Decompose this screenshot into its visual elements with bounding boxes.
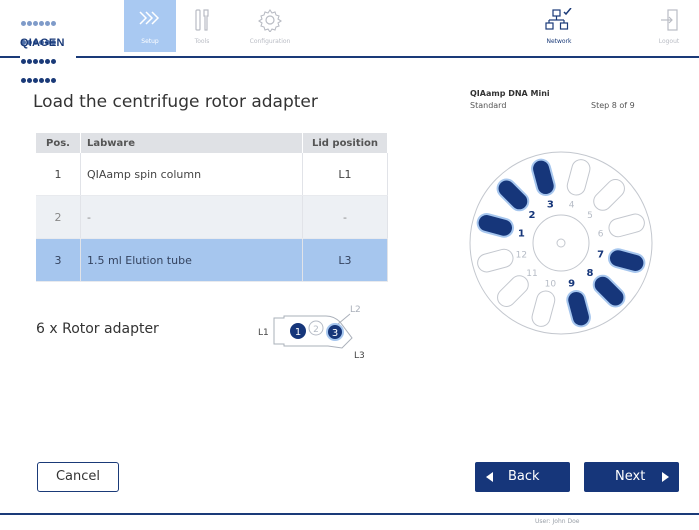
lid-l2-line xyxy=(337,313,351,325)
rotor-slot-label: 4 xyxy=(569,200,575,210)
table-row[interactable]: 2 - - xyxy=(36,195,388,239)
rotor-adapter-label: 6 x Rotor adapter xyxy=(36,321,159,337)
rotor-slot-label: 3 xyxy=(547,199,554,210)
cell-labware: QIAamp spin column xyxy=(80,153,303,196)
rotor-hub xyxy=(532,214,590,272)
back-button[interactable]: Back xyxy=(475,462,570,492)
rotor-adapter-diagram: 1 2 3 L1 L2 L3 xyxy=(258,305,365,361)
rotor-slot-label: 6 xyxy=(598,229,604,239)
cell-pos: 3 xyxy=(36,238,81,282)
rotor-slot-label: 12 xyxy=(516,251,527,261)
rotor-slot-label: 1 xyxy=(518,228,525,239)
rotor-slot-label: 10 xyxy=(545,280,557,290)
rotor-slot-label: 5 xyxy=(587,211,593,221)
back-arrow-icon xyxy=(486,472,493,482)
lid-l1-label: L1 xyxy=(258,328,269,338)
header-labware: Labware xyxy=(80,133,303,153)
tab-tools[interactable]: Tools xyxy=(176,0,228,52)
cancel-button[interactable]: Cancel xyxy=(37,462,119,492)
tools-icon xyxy=(195,9,209,31)
header-pos: Pos. xyxy=(36,133,81,153)
tab-setup-label: Setup xyxy=(141,38,159,45)
next-button[interactable]: Next xyxy=(584,462,679,492)
rotor-slot-label: 7 xyxy=(597,250,604,261)
adapter-pos-2-text: 2 xyxy=(313,325,319,335)
table-row[interactable]: 1 QIAamp spin column L1 xyxy=(36,153,388,196)
header-divider-gap xyxy=(20,56,76,58)
user-label: User: John Doe xyxy=(535,518,580,525)
network-button[interactable]: Network xyxy=(539,0,579,52)
table-row-selected[interactable]: 3 1.5 ml Elution tube L3 xyxy=(36,238,388,282)
header-lid-position: Lid position xyxy=(302,133,388,153)
labware-table: Pos. Labware Lid position 1 QIAamp spin … xyxy=(36,133,388,282)
protocol-mode: Standard xyxy=(470,101,507,110)
qiagen-logo: QIAGEN xyxy=(19,9,75,83)
tab-tools-label: Tools xyxy=(194,38,210,45)
gear-icon xyxy=(258,9,282,32)
logo-text: QIAGEN xyxy=(20,37,65,49)
rotor-slot-label: 9 xyxy=(568,279,575,290)
cell-labware: - xyxy=(80,195,303,239)
lid-l3-label: L3 xyxy=(354,351,365,361)
logo-dots xyxy=(21,12,57,88)
adapter-pos-3-text: 3 xyxy=(332,328,338,339)
header-divider xyxy=(0,56,699,58)
adapter-pos-1-text: 1 xyxy=(295,327,301,338)
cell-pos: 1 xyxy=(36,153,81,196)
tab-configuration[interactable]: Configuration xyxy=(230,0,310,52)
chevrons-icon xyxy=(139,11,160,25)
cell-lid: - xyxy=(302,195,388,239)
cell-labware: 1.5 ml Elution tube xyxy=(80,238,303,282)
logout-button[interactable]: Logout xyxy=(649,0,689,52)
tab-setup[interactable]: Setup xyxy=(124,0,176,52)
page-title: Load the centrifuge rotor adapter xyxy=(33,92,318,112)
logout-icon xyxy=(661,9,678,31)
rotor-diagram: 123 456789101112 xyxy=(469,151,653,335)
lid-l2-label: L2 xyxy=(350,305,361,315)
cell-pos: 2 xyxy=(36,195,81,239)
step-indicator: Step 8 of 9 xyxy=(591,101,635,110)
logout-label: Logout xyxy=(658,38,680,45)
cell-lid: L1 xyxy=(302,153,388,196)
protocol-kit: QIAamp DNA Mini xyxy=(470,89,550,98)
table-header-row: Pos. Labware Lid position xyxy=(36,133,388,153)
network-label: Network xyxy=(546,38,572,45)
tab-configuration-label: Configuration xyxy=(249,38,291,45)
back-label: Back xyxy=(508,469,540,484)
rotor-slot-label: 11 xyxy=(526,269,537,279)
rotor-slot-label: 8 xyxy=(587,268,594,279)
footer-divider xyxy=(0,513,699,515)
top-bar: QIAGEN Setup Tools Configuration Network… xyxy=(0,0,699,83)
network-icon xyxy=(545,8,572,30)
cell-lid: L3 xyxy=(302,238,388,282)
next-arrow-icon xyxy=(662,472,669,482)
rotor-slot-label: 2 xyxy=(529,210,536,221)
next-label: Next xyxy=(615,469,646,484)
